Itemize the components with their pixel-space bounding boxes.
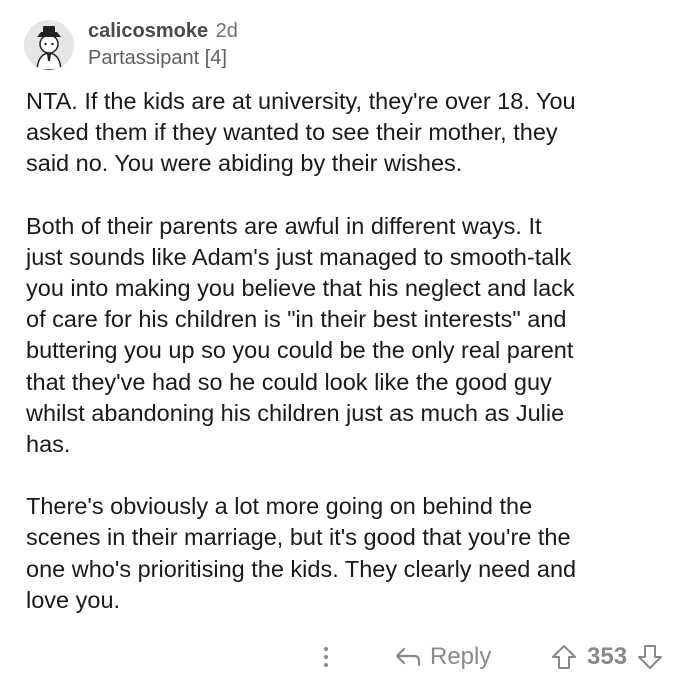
reply-label: Reply xyxy=(430,643,492,670)
comment-author[interactable]: calicosmoke 2d xyxy=(88,20,238,43)
comment-body: NTA. If the kids are at university, they… xyxy=(26,86,686,647)
comment-paragraph: There's obviously a lot more going on be… xyxy=(26,493,577,613)
user-avatar[interactable] xyxy=(24,20,74,70)
reply-button[interactable]: Reply xyxy=(394,640,491,674)
upvote-arrow-icon[interactable] xyxy=(551,644,577,670)
username[interactable]: calicosmoke xyxy=(88,20,208,42)
vote-controls: 353 xyxy=(551,640,663,674)
comment-timestamp: 2d xyxy=(215,20,238,42)
comment-actions: Reply 353 xyxy=(0,640,700,676)
avatar-cat-icon xyxy=(24,20,74,70)
user-flair: Partassipant [4] xyxy=(88,47,227,69)
ellipsis-dot xyxy=(324,663,328,667)
vote-count: 353 xyxy=(587,643,628,670)
reply-arrow-icon xyxy=(395,647,421,667)
comment-paragraph: NTA. If the kids are at university, they… xyxy=(26,88,576,177)
vertical-ellipsis-icon xyxy=(324,647,328,651)
comment: calicosmoke 2d Partassipant [4] NTA. If … xyxy=(0,0,700,689)
downvote-arrow-icon[interactable] xyxy=(637,644,663,670)
more-options-button[interactable] xyxy=(318,642,334,672)
ellipsis-dot xyxy=(324,655,328,659)
comment-paragraph: Both of their parents are awful in diffe… xyxy=(26,212,575,458)
